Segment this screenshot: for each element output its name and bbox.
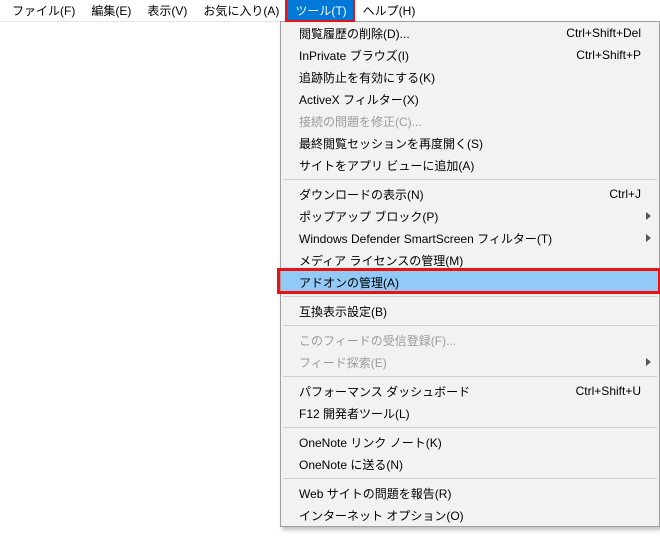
menu-item-shortcut: Ctrl+Shift+Del bbox=[566, 26, 641, 40]
menu-item-label: ダウンロードの表示(N) bbox=[299, 186, 593, 203]
menu-separator bbox=[283, 179, 657, 180]
menu-item-label: OneNote に送る(N) bbox=[299, 456, 641, 473]
menu-item: このフィードの受信登録(F)... bbox=[281, 329, 659, 351]
menu-item[interactable]: F12 開発者ツール(L) bbox=[281, 402, 659, 424]
menu-item-label: InPrivate ブラウズ(I) bbox=[299, 47, 560, 64]
menu-item: フィード探索(E) bbox=[281, 351, 659, 373]
menu-item[interactable]: OneNote に送る(N) bbox=[281, 453, 659, 475]
menu-item: 接続の問題を修正(C)... bbox=[281, 110, 659, 132]
chevron-right-icon bbox=[646, 358, 651, 366]
menu-item[interactable]: パフォーマンス ダッシュボード Ctrl+Shift+U bbox=[281, 380, 659, 402]
menu-item[interactable]: 最終閲覧セッションを再度開く(S) bbox=[281, 132, 659, 154]
menu-item-label: サイトをアプリ ビューに追加(A) bbox=[299, 157, 641, 174]
menu-item-label: メディア ライセンスの管理(M) bbox=[299, 252, 641, 269]
menu-item-label: アドオンの管理(A) bbox=[299, 274, 641, 291]
menu-tools[interactable]: ツール(T) bbox=[287, 0, 354, 22]
menu-item[interactable]: アドオンの管理(A) bbox=[281, 271, 659, 293]
menu-separator bbox=[283, 478, 657, 479]
chevron-right-icon bbox=[646, 212, 651, 220]
menu-item-label: このフィードの受信登録(F)... bbox=[299, 332, 641, 349]
menu-item[interactable]: メディア ライセンスの管理(M) bbox=[281, 249, 659, 271]
menu-edit[interactable]: 編集(E) bbox=[83, 0, 139, 22]
menu-item-label: Web サイトの問題を報告(R) bbox=[299, 485, 641, 502]
menu-item-label: ポップアップ ブロック(P) bbox=[299, 208, 641, 225]
menu-item[interactable]: ダウンロードの表示(N) Ctrl+J bbox=[281, 183, 659, 205]
menubar: ファイル(F) 編集(E) 表示(V) お気に入り(A) ツール(T) ヘルプ(… bbox=[0, 0, 660, 22]
menu-item-shortcut: Ctrl+J bbox=[609, 187, 641, 201]
menu-separator bbox=[283, 296, 657, 297]
menu-item[interactable]: サイトをアプリ ビューに追加(A) bbox=[281, 154, 659, 176]
menu-item-label: パフォーマンス ダッシュボード bbox=[299, 383, 560, 400]
menu-item-label: Windows Defender SmartScreen フィルター(T) bbox=[299, 230, 641, 247]
menu-item[interactable]: 閲覧履歴の削除(D)... Ctrl+Shift+Del bbox=[281, 22, 659, 44]
menu-item[interactable]: ポップアップ ブロック(P) bbox=[281, 205, 659, 227]
menu-item-label: F12 開発者ツール(L) bbox=[299, 405, 641, 422]
tools-dropdown: 閲覧履歴の削除(D)... Ctrl+Shift+Del InPrivate ブラウ… bbox=[280, 21, 660, 527]
menu-item[interactable]: 追跡防止を有効にする(K) bbox=[281, 66, 659, 88]
menu-item-label: フィード探索(E) bbox=[299, 354, 641, 371]
chevron-right-icon bbox=[646, 234, 651, 242]
menu-item-label: インターネット オプション(O) bbox=[299, 507, 641, 524]
menu-file[interactable]: ファイル(F) bbox=[4, 0, 83, 22]
menu-item[interactable]: ActiveX フィルター(X) bbox=[281, 88, 659, 110]
menu-item[interactable]: InPrivate ブラウズ(I) Ctrl+Shift+P bbox=[281, 44, 659, 66]
menu-separator bbox=[283, 376, 657, 377]
menu-item-label: OneNote リンク ノート(K) bbox=[299, 434, 641, 451]
menu-item[interactable]: Windows Defender SmartScreen フィルター(T) bbox=[281, 227, 659, 249]
menu-item[interactable]: インターネット オプション(O) bbox=[281, 504, 659, 526]
menu-item-label: 互換表示設定(B) bbox=[299, 303, 641, 320]
menu-item[interactable]: Web サイトの問題を報告(R) bbox=[281, 482, 659, 504]
menu-item-label: 最終閲覧セッションを再度開く(S) bbox=[299, 135, 641, 152]
menu-item[interactable]: OneNote リンク ノート(K) bbox=[281, 431, 659, 453]
menu-help[interactable]: ヘルプ(H) bbox=[355, 0, 424, 22]
menu-item-label: ActiveX フィルター(X) bbox=[299, 91, 641, 108]
menu-item-label: 閲覧履歴の削除(D)... bbox=[299, 25, 550, 42]
menu-separator bbox=[283, 325, 657, 326]
menu-item[interactable]: 互換表示設定(B) bbox=[281, 300, 659, 322]
menu-item-shortcut: Ctrl+Shift+U bbox=[576, 384, 641, 398]
menu-item-label: 接続の問題を修正(C)... bbox=[299, 113, 641, 130]
menu-separator bbox=[283, 427, 657, 428]
menu-item-label: 追跡防止を有効にする(K) bbox=[299, 69, 641, 86]
menu-item-shortcut: Ctrl+Shift+P bbox=[576, 48, 641, 62]
menu-favorites[interactable]: お気に入り(A) bbox=[195, 0, 287, 22]
menu-view[interactable]: 表示(V) bbox=[139, 0, 195, 22]
